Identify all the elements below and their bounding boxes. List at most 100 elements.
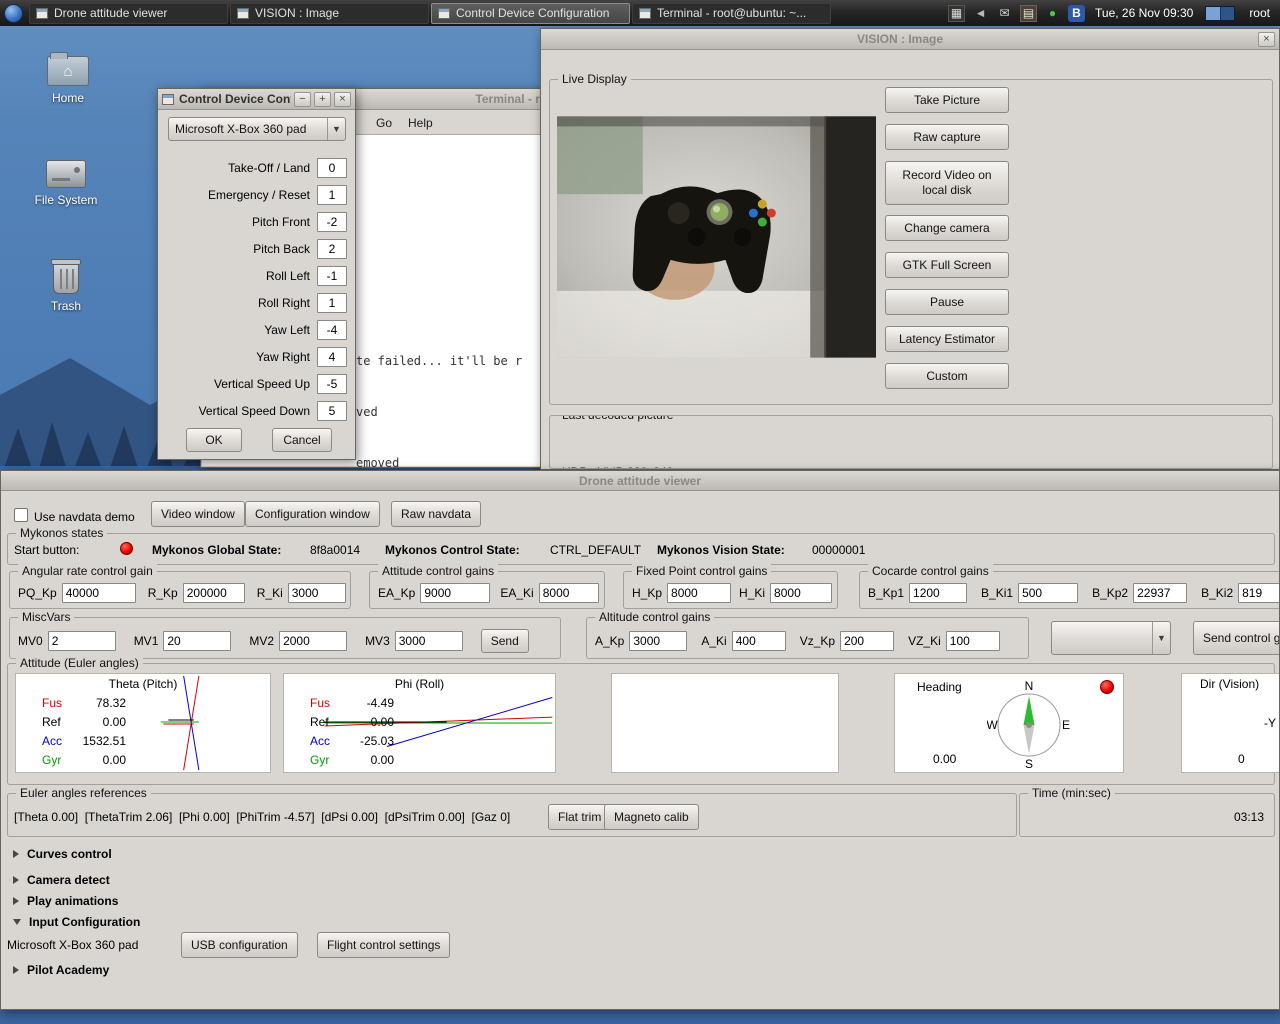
control-state-label: Mykonos Control State:: [385, 543, 520, 557]
magneto-calib-button[interactable]: Magneto calib: [604, 804, 699, 830]
mapping-value-input[interactable]: 5: [317, 401, 347, 421]
compass-east-label: E: [1062, 718, 1070, 732]
mapping-value-input[interactable]: 0: [317, 158, 347, 178]
close-icon[interactable]: ×: [1258, 31, 1275, 47]
flat-trim-button[interactable]: Flat trim: [548, 804, 612, 830]
pq-kp-input[interactable]: [61, 583, 136, 603]
app-menu-icon[interactable]: [4, 3, 23, 23]
mapping-value-input[interactable]: 1: [317, 185, 347, 205]
workspace-pager[interactable]: [1205, 5, 1236, 21]
clock[interactable]: Tue, 26 Nov 09:30: [1095, 6, 1193, 20]
workspace-1[interactable]: [1206, 6, 1221, 20]
screenshot-tool-icon[interactable]: ▦: [948, 4, 966, 22]
mapping-value-input[interactable]: 1: [317, 293, 347, 313]
drone-titlebar[interactable]: Drone attitude viewer: [1, 471, 1279, 491]
use-navdata-checkbox[interactable]: [14, 508, 28, 522]
flight-control-settings-button[interactable]: Flight control settings: [317, 932, 451, 958]
b-ki1-input[interactable]: [1018, 583, 1079, 603]
expander-camera-detect[interactable]: Camera detect: [13, 873, 110, 887]
mail-icon[interactable]: ✉: [996, 5, 1013, 22]
mv3-label: MV3: [365, 634, 390, 648]
ok-button[interactable]: OK: [186, 428, 242, 452]
latency-estimator-button[interactable]: Latency Estimator: [885, 326, 1009, 352]
mapping-value-input[interactable]: -2: [317, 212, 347, 232]
send-control-gains-button[interactable]: Send control g: [1193, 621, 1279, 655]
raw-capture-button[interactable]: Raw capture: [885, 124, 1009, 150]
a-kp-input[interactable]: [629, 631, 688, 651]
control-gains-combobox[interactable]: ▼: [1051, 621, 1171, 655]
expander-input-configuration[interactable]: Input Configuration: [13, 915, 140, 929]
gtk-fullscreen-button[interactable]: GTK Full Screen: [885, 252, 1009, 278]
mykonos-states-label: Mykonos states: [16, 526, 108, 540]
a-ki-input[interactable]: [731, 631, 786, 651]
mv2-input[interactable]: [279, 631, 348, 651]
drone-title: Drone attitude viewer: [578, 473, 702, 488]
desktop-icon-trash[interactable]: Trash: [33, 259, 99, 313]
minimize-icon[interactable]: −: [294, 91, 311, 107]
taskbar-item-label: Terminal - root@ubuntu: ~...: [657, 6, 807, 20]
clipboard-icon[interactable]: ▤: [1020, 4, 1038, 22]
expander-play-animations[interactable]: Play animations: [13, 894, 118, 908]
global-state-label: Mykonos Global State:: [152, 543, 282, 557]
cancel-button[interactable]: Cancel: [272, 428, 332, 452]
expander-label: Pilot Academy: [27, 963, 110, 977]
history-back-icon[interactable]: ◄: [972, 5, 989, 22]
bluetooth-icon[interactable]: B: [1068, 4, 1086, 22]
desktop-icon-home[interactable]: ⌂ Home: [35, 52, 101, 105]
desktop-icon-filesystem[interactable]: File System: [33, 160, 99, 207]
h-ki-input[interactable]: [770, 583, 833, 603]
r-ki-input[interactable]: [287, 583, 346, 603]
taskbar-item-vision[interactable]: VISION : Image: [230, 2, 429, 24]
take-picture-button[interactable]: Take Picture: [885, 87, 1009, 113]
pause-button[interactable]: Pause: [885, 289, 1009, 315]
record-video-button[interactable]: Record Video on local disk: [885, 161, 1009, 205]
mapping-value-input[interactable]: -4: [317, 320, 347, 340]
mv1-input[interactable]: [163, 631, 232, 651]
b-kp1-input[interactable]: [909, 583, 968, 603]
expander-label: Curves control: [27, 847, 112, 861]
vision-titlebar[interactable]: VISION : Image ×: [541, 29, 1279, 50]
configuration-window-button[interactable]: Configuration window: [245, 501, 380, 527]
raw-navdata-button[interactable]: Raw navdata: [391, 501, 482, 527]
change-camera-button[interactable]: Change camera: [885, 215, 1009, 241]
taskbar-item-terminal[interactable]: Terminal - root@ubuntu: ~...: [632, 2, 831, 24]
vz-kp-input[interactable]: [840, 631, 895, 651]
mapping-value-input[interactable]: -1: [317, 266, 347, 286]
stat-line-resolution: UDP - VLIB 320x240: [562, 464, 747, 468]
control-state-value: CTRL_DEFAULT: [550, 543, 642, 557]
ea-ki-input[interactable]: [538, 583, 599, 603]
theta-acc-value: 1532.51: [82, 734, 126, 748]
ea-kp-input[interactable]: [420, 583, 491, 603]
expander-pilot-academy[interactable]: Pilot Academy: [13, 963, 109, 977]
workspace-2[interactable]: [1220, 6, 1235, 20]
mapping-value-input[interactable]: -5: [317, 374, 347, 394]
expander-curves-control[interactable]: Curves control: [13, 847, 112, 861]
ea-ki-label: EA_Ki: [500, 586, 534, 600]
usb-configuration-button[interactable]: USB configuration: [181, 932, 298, 958]
menu-item-go[interactable]: Go: [370, 114, 398, 132]
custom-button[interactable]: Custom: [885, 363, 1009, 389]
dialog-titlebar[interactable]: Control Device Configuration − + ×: [158, 89, 355, 110]
send-button[interactable]: Send: [480, 629, 529, 653]
window-icon: [36, 7, 48, 19]
mapping-value-input[interactable]: 4: [317, 347, 347, 367]
gyr-label: Gyr: [42, 753, 62, 767]
device-combobox[interactable]: Microsoft X-Box 360 pad ▼: [168, 117, 346, 141]
maximize-icon[interactable]: +: [314, 91, 331, 107]
close-icon[interactable]: ×: [334, 91, 351, 107]
vz-ki-input[interactable]: [945, 631, 1000, 651]
h-ki-label: H_Ki: [739, 586, 766, 600]
taskbar-item-drone-viewer[interactable]: Drone attitude viewer: [29, 2, 228, 24]
network-icon[interactable]: ●: [1044, 5, 1061, 22]
r-kp-input[interactable]: [182, 583, 245, 603]
blank-graph-panel: [611, 673, 839, 773]
h-kp-input[interactable]: [667, 583, 732, 603]
b-ki2-input[interactable]: [1238, 583, 1279, 603]
mv3-input[interactable]: [394, 631, 463, 651]
menu-item-help[interactable]: Help: [402, 114, 439, 132]
mv0-input[interactable]: [47, 631, 116, 651]
mapping-value-input[interactable]: 2: [317, 239, 347, 259]
b-kp2-input[interactable]: [1133, 583, 1188, 603]
video-window-button[interactable]: Video window: [151, 501, 245, 527]
taskbar-item-control-device[interactable]: Control Device Configuration: [431, 2, 630, 24]
